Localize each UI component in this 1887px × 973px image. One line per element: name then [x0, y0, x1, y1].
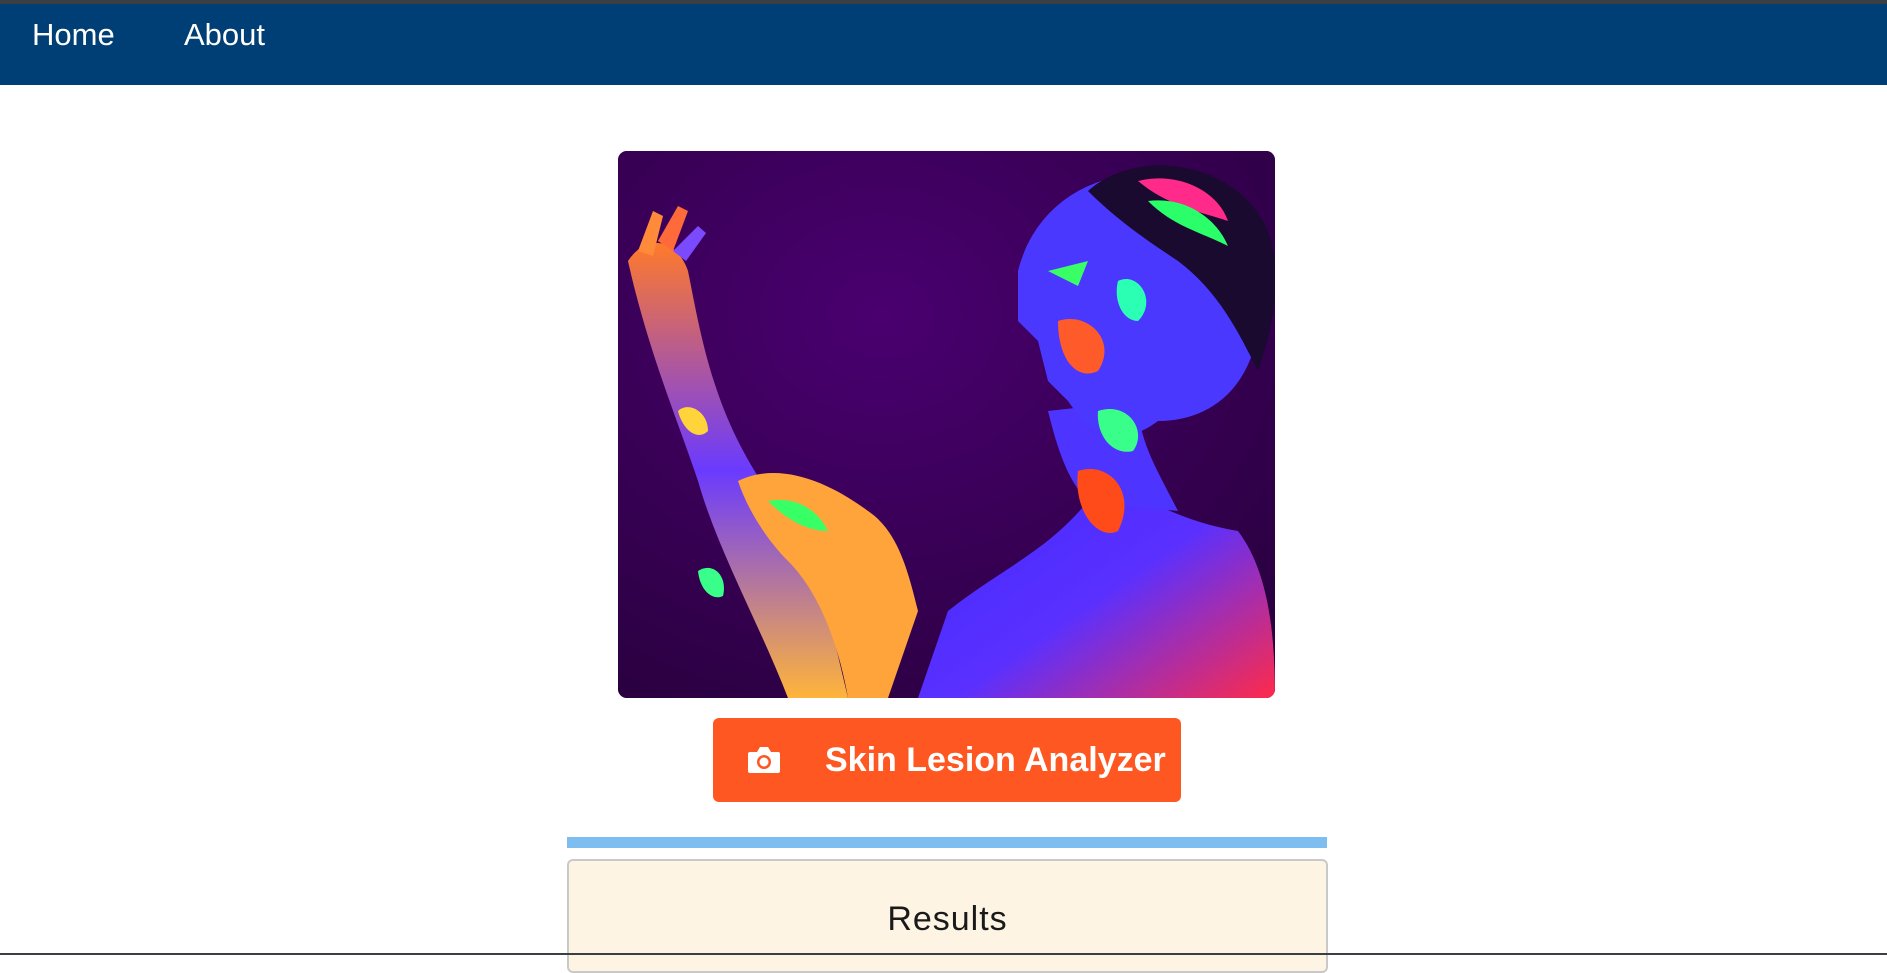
skin-lesion-analyzer-label: Skin Lesion Analyzer	[825, 741, 1166, 779]
results-panel: Results	[567, 859, 1328, 973]
camera-icon	[748, 747, 780, 773]
navbar: Home About	[0, 4, 1887, 85]
results-title: Results	[887, 900, 1008, 938]
hero-image	[618, 151, 1275, 698]
skin-lesion-analyzer-button[interactable]: Skin Lesion Analyzer	[713, 718, 1181, 802]
nav-home-link[interactable]: Home	[32, 16, 115, 54]
neon-portrait-illustration	[618, 151, 1275, 698]
nav-about-link[interactable]: About	[184, 16, 265, 54]
progress-bar	[567, 837, 1327, 848]
